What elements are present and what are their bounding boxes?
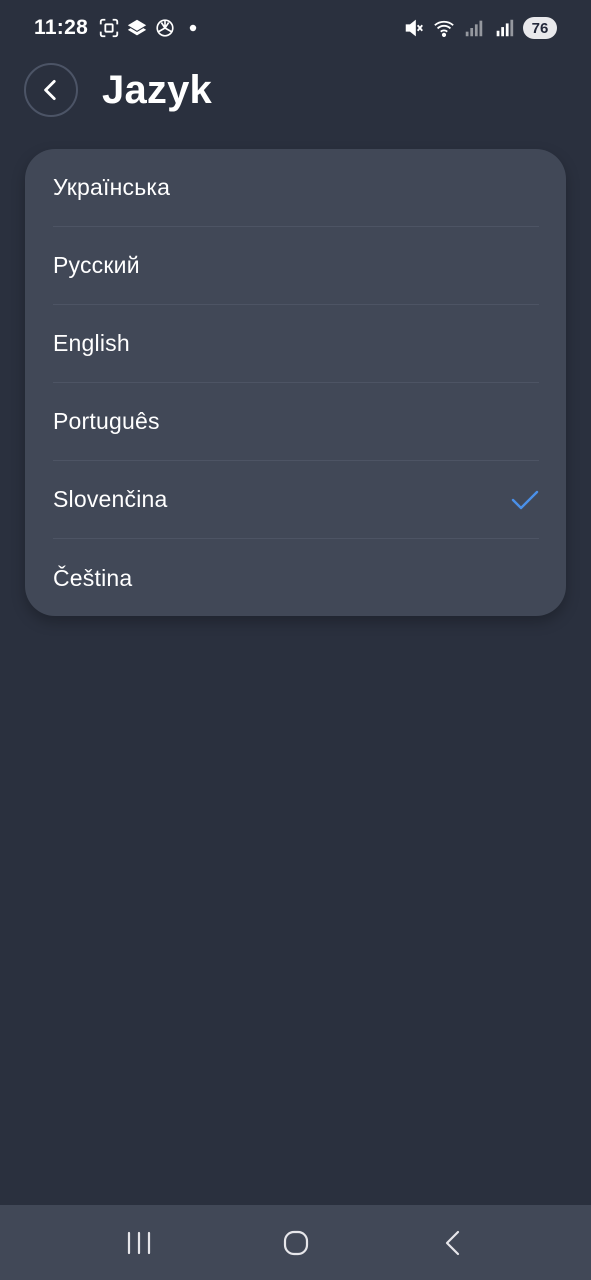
back-button[interactable] — [24, 63, 78, 117]
header: Jazyk — [24, 63, 212, 117]
status-time: 11:28 — [34, 16, 89, 39]
screenshot-icon — [99, 18, 119, 38]
language-item-russian[interactable]: Русский — [53, 227, 539, 305]
mute-icon — [405, 19, 423, 37]
language-label: English — [53, 330, 130, 356]
language-label: Português — [53, 408, 160, 434]
stacked-app-icon — [127, 19, 147, 36]
notification-dot-icon — [189, 24, 197, 32]
status-left-icons — [98, 17, 204, 39]
language-label: Українська — [53, 174, 171, 200]
language-label: Slovenčina — [53, 486, 168, 512]
recent-apps-button[interactable] — [109, 1213, 169, 1273]
battery-level: 76 — [523, 17, 557, 39]
signal-icon — [465, 20, 483, 37]
status-bar: 11:28 76 — [0, 0, 591, 56]
page-title: Jazyk — [102, 67, 212, 112]
home-button[interactable] — [266, 1213, 326, 1273]
wifi-icon — [434, 20, 454, 37]
signal-roaming-icon — [496, 19, 514, 37]
home-icon — [283, 1230, 308, 1255]
language-item-portuguese[interactable]: Português — [53, 383, 539, 461]
check-icon — [511, 490, 539, 509]
language-label: Русский — [53, 252, 140, 278]
chatgpt-icon — [156, 19, 174, 37]
language-list: Українська Русский English Português Slo… — [25, 149, 566, 616]
language-label: Čeština — [53, 564, 133, 591]
language-item-czech[interactable]: Čeština — [53, 539, 539, 617]
status-left: 11:28 — [34, 16, 204, 40]
language-item-ukrainian[interactable]: Українська — [53, 149, 539, 227]
navigation-bar — [0, 1205, 591, 1280]
nav-back-button[interactable] — [423, 1213, 483, 1273]
language-item-english[interactable]: English — [53, 305, 539, 383]
status-right: 76 — [403, 17, 557, 39]
chevron-left-icon — [44, 79, 56, 101]
language-settings-screen: 11:28 76 Jazyk Українська Русский Englis… — [0, 0, 591, 1280]
recent-apps-icon — [127, 1231, 150, 1254]
back-icon — [445, 1230, 459, 1255]
language-item-slovak[interactable]: Slovenčina — [53, 461, 539, 539]
